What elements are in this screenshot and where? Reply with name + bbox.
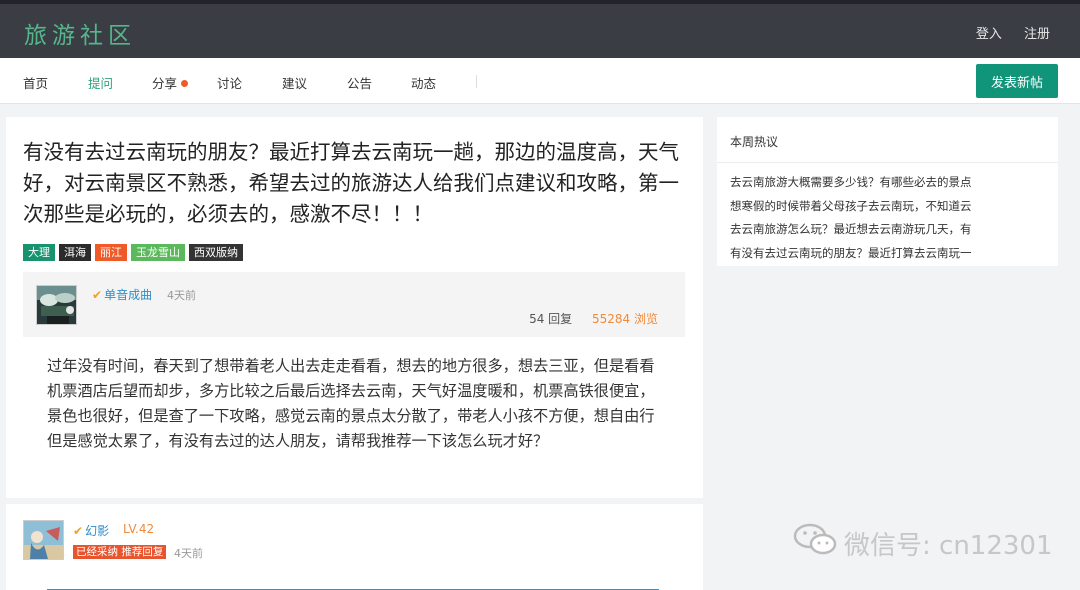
nav-share[interactable]: 分享 xyxy=(152,73,189,92)
post-stats: 54 回复 55284 浏览 xyxy=(529,310,658,327)
watermark-text: 微信号: cn12301 xyxy=(844,531,1053,561)
answer-author-text: 幻影 xyxy=(85,524,110,538)
question-card: 有没有去过云南玩的朋友？最近打算去云南玩一趟，那边的温度高，天气好，对云南景区不… xyxy=(6,117,703,498)
nav-announcement[interactable]: 公告 xyxy=(347,73,372,92)
verified-icon: ✔ xyxy=(73,524,84,538)
avatar-image-icon xyxy=(24,521,63,559)
top-header: 旅游社区 登入 注册 xyxy=(0,0,1080,58)
view-count: 55284 浏览 xyxy=(592,312,658,326)
verified-icon: ✔ xyxy=(92,288,103,302)
site-logo[interactable]: 旅游社区 xyxy=(24,16,136,50)
answer-author-level: LV.42 xyxy=(123,522,155,536)
new-dot-icon xyxy=(181,80,189,87)
tag-lijiang[interactable]: 丽江 xyxy=(95,244,127,261)
login-link[interactable]: 登入 xyxy=(976,27,1002,42)
answer-avatar[interactable] xyxy=(23,520,64,560)
question-body: 过年没有时间，春天到了想带着老人出去走走看看，想去的地方很多，想去三亚，但是看看… xyxy=(47,357,655,450)
answer-time: 4天前 xyxy=(174,547,203,560)
author-name-text: 单音成曲 xyxy=(104,288,153,302)
hot-topic-link[interactable]: 有没有去过云南玩的朋友？最近打算去云南玩一 xyxy=(730,242,1005,266)
wechat-icon xyxy=(793,523,837,555)
tag-list: 大理 洱海 丽江 玉龙雪山 西双版纳 xyxy=(23,241,247,261)
hot-topic-link[interactable]: 去云南旅游大概需要多少钱？有哪些必去的景点 xyxy=(730,171,1005,195)
answer-card: ✔ 幻影 LV.42 已经采纳 推荐回复 4天前 xyxy=(6,504,703,590)
weekly-hot-panel: 本周热议 去云南旅游大概需要多少钱？有哪些必去的景点 想寒假的时候带着父母孩子去… xyxy=(717,117,1058,266)
tag-dali[interactable]: 大理 xyxy=(23,244,55,261)
tag-xishuangbanna[interactable]: 西双版纳 xyxy=(189,244,243,261)
register-link[interactable]: 注册 xyxy=(1024,27,1050,42)
auth-links: 登入 注册 xyxy=(958,23,1050,42)
author-avatar[interactable] xyxy=(36,285,77,325)
nav-share-label: 分享 xyxy=(152,76,178,91)
avatar-image-icon xyxy=(37,286,76,324)
hot-topic-link[interactable]: 去云南旅游怎么玩？最近想去云南游玩几天，有 xyxy=(730,218,1005,242)
accepted-badge: 已经采纳 推荐回复 xyxy=(73,545,167,559)
post-time: 4天前 xyxy=(167,289,196,302)
nav-divider xyxy=(476,75,477,88)
tag-erhai[interactable]: 洱海 xyxy=(59,244,91,261)
hot-topic-link[interactable]: 想寒假的时候带着父母孩子去云南玩，不知道云 xyxy=(730,195,1005,219)
tag-yulong[interactable]: 玉龙雪山 xyxy=(131,244,185,261)
main-nav: 首页 提问 分享 讨论 建议 公告 动态 xyxy=(0,58,1080,104)
nav-questions[interactable]: 提问 xyxy=(88,73,113,92)
new-post-button[interactable]: 发表新帖 xyxy=(976,64,1058,98)
author-name[interactable]: ✔ 单音成曲 xyxy=(92,286,152,303)
nav-activity[interactable]: 动态 xyxy=(411,73,436,92)
hot-topic-list: 去云南旅游大概需要多少钱？有哪些必去的景点 想寒假的时候带着父母孩子去云南玩，不… xyxy=(730,171,1005,265)
panel-title: 本周热议 xyxy=(730,135,779,149)
nav-discuss[interactable]: 讨论 xyxy=(217,73,242,92)
nav-home[interactable]: 首页 xyxy=(23,73,48,92)
nav-suggest[interactable]: 建议 xyxy=(282,73,307,92)
author-info: ✔ 单音成曲 4天前 54 回复 55284 浏览 xyxy=(23,272,685,337)
reply-count: 54 回复 xyxy=(529,312,573,326)
question-title: 有没有去过云南玩的朋友？最近打算去云南玩一趟，那边的温度高，天气好，对云南景区不… xyxy=(23,140,679,226)
answer-author-name[interactable]: ✔ 幻影 xyxy=(73,522,109,539)
panel-divider xyxy=(717,162,1058,163)
